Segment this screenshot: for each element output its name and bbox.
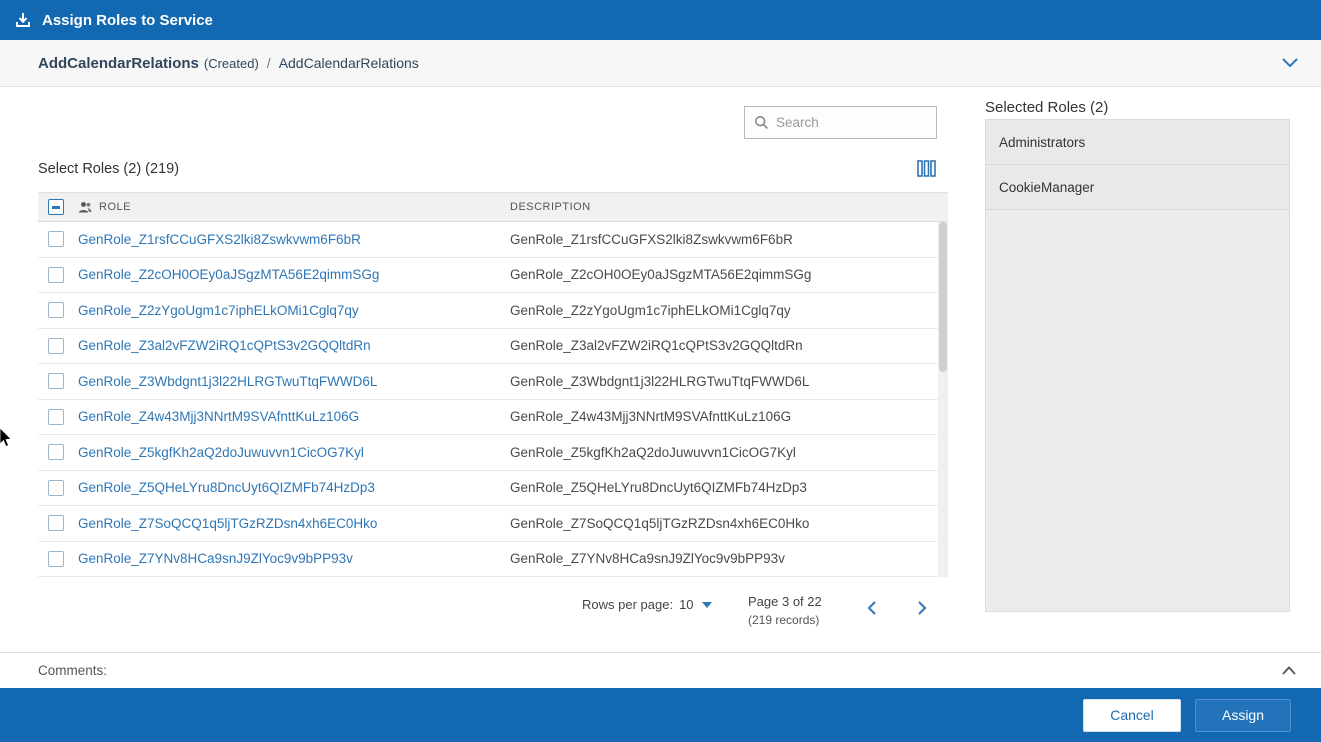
page-label: Page 3 of 22 bbox=[748, 594, 822, 609]
role-description: GenRole_Z7SoQCQ1q5ljTGzRZDsn4xh6EC0Hko bbox=[510, 516, 809, 531]
table-row: GenRole_Z7YNv8HCa9snJ9ZlYoc9v9bPP93v Gen… bbox=[38, 542, 948, 578]
role-description: GenRole_Z5QHeLYru8DncUyt6QIZMFb74HzDp3 bbox=[510, 480, 807, 495]
table-row: GenRole_Z2zYgoUgm1c7iphELkOMi1Cglq7qy Ge… bbox=[38, 293, 948, 329]
rows-per-page-select[interactable]: Rows per page: 10 bbox=[582, 597, 712, 612]
assign-button[interactable]: Assign bbox=[1195, 699, 1291, 732]
row-checkbox[interactable] bbox=[48, 302, 64, 318]
role-description: GenRole_Z5kgfKh2aQ2doJuwuvvn1CicOG7Kyl bbox=[510, 445, 796, 460]
role-link[interactable]: GenRole_Z2cOH0OEy0aJSgzMTA56E2qimmSGg bbox=[78, 267, 379, 282]
role-link[interactable]: GenRole_Z3Wbdgnt1j3l22HLRGTwuTtqFWWD6L bbox=[78, 374, 377, 389]
search-icon bbox=[754, 115, 769, 130]
person-icon bbox=[78, 201, 92, 214]
select-all-checkbox[interactable] bbox=[48, 199, 64, 215]
table-row: GenRole_Z2cOH0OEy0aJSgzMTA56E2qimmSGg Ge… bbox=[38, 258, 948, 294]
footer-bar: Cancel Assign bbox=[0, 688, 1321, 742]
next-page-button[interactable] bbox=[910, 596, 934, 620]
table-row: GenRole_Z4w43Mjj3NNrtM9SVAfnttKuLz106G G… bbox=[38, 400, 948, 436]
selected-roles-panel: Administrators CookieManager bbox=[985, 119, 1290, 612]
breadcrumb-service-name-2: AddCalendarRelations bbox=[279, 55, 419, 71]
row-checkbox[interactable] bbox=[48, 444, 64, 460]
role-link[interactable]: GenRole_Z5QHeLYru8DncUyt6QIZMFb74HzDp3 bbox=[78, 480, 375, 495]
row-checkbox[interactable] bbox=[48, 338, 64, 354]
records-count: (219 records) bbox=[748, 613, 822, 627]
role-link[interactable]: GenRole_Z7SoQCQ1q5ljTGzRZDsn4xh6EC0Hko bbox=[78, 516, 377, 531]
breadcrumb: AddCalendarRelations (Created) / AddCale… bbox=[0, 40, 1321, 87]
row-checkbox[interactable] bbox=[48, 409, 64, 425]
scrollbar-thumb[interactable] bbox=[939, 222, 947, 372]
table-row: GenRole_Z5kgfKh2aQ2doJuwuvvn1CicOG7Kyl G… bbox=[38, 435, 948, 471]
table-scrollbar[interactable] bbox=[938, 222, 948, 577]
select-roles-title: Select Roles (2) (219) bbox=[38, 161, 179, 177]
search-box[interactable] bbox=[744, 106, 937, 139]
role-link[interactable]: GenRole_Z7YNv8HCa9snJ9ZlYoc9v9bPP93v bbox=[78, 551, 353, 566]
role-description: GenRole_Z1rsfCCuGFXS2lki8Zswkvwm6F6bR bbox=[510, 232, 793, 247]
role-description: GenRole_Z3Wbdgnt1j3l22HLRGTwuTtqFWWD6L bbox=[510, 374, 809, 389]
chevron-up-icon[interactable] bbox=[1281, 665, 1297, 676]
top-bar: Assign Roles to Service bbox=[0, 0, 1321, 40]
column-header-description[interactable]: DESCRIPTION bbox=[510, 201, 591, 213]
role-description: GenRole_Z7YNv8HCa9snJ9ZlYoc9v9bPP93v bbox=[510, 551, 785, 566]
rows-per-page-value[interactable]: 10 bbox=[679, 597, 693, 612]
search-input[interactable] bbox=[776, 115, 927, 130]
assign-roles-icon bbox=[14, 11, 32, 29]
selected-role-item[interactable]: Administrators bbox=[986, 120, 1289, 165]
table-row: GenRole_Z1rsfCCuGFXS2lki8Zswkvwm6F6bR Ge… bbox=[38, 222, 948, 258]
dropdown-caret-icon bbox=[702, 602, 712, 608]
role-link[interactable]: GenRole_Z4w43Mjj3NNrtM9SVAfnttKuLz106G bbox=[78, 409, 359, 424]
role-description: GenRole_Z2cOH0OEy0aJSgzMTA56E2qimmSGg bbox=[510, 267, 811, 282]
row-checkbox[interactable] bbox=[48, 373, 64, 389]
row-checkbox[interactable] bbox=[48, 267, 64, 283]
columns-icon bbox=[917, 160, 936, 177]
role-description: GenRole_Z2zYgoUgm1c7iphELkOMi1Cglq7qy bbox=[510, 303, 791, 318]
row-checkbox[interactable] bbox=[48, 551, 64, 567]
breadcrumb-status: (Created) bbox=[204, 56, 259, 71]
row-checkbox[interactable] bbox=[48, 231, 64, 247]
role-link[interactable]: GenRole_Z2zYgoUgm1c7iphELkOMi1Cglq7qy bbox=[78, 303, 359, 318]
breadcrumb-separator: / bbox=[267, 55, 271, 71]
breadcrumb-service-name: AddCalendarRelations bbox=[38, 55, 199, 72]
table-row: GenRole_Z3Wbdgnt1j3l22HLRGTwuTtqFWWD6L G… bbox=[38, 364, 948, 400]
comments-label: Comments: bbox=[38, 663, 107, 678]
role-description: GenRole_Z3al2vFZW2iRQ1cQPtS3v2GQQltdRn bbox=[510, 338, 803, 353]
table-header-row: ROLE DESCRIPTION bbox=[38, 192, 948, 222]
selected-roles-title: Selected Roles (2) bbox=[985, 99, 1108, 116]
column-picker-button[interactable] bbox=[915, 158, 937, 178]
cancel-button[interactable]: Cancel bbox=[1083, 699, 1181, 732]
rows-per-page-label: Rows per page: bbox=[582, 597, 673, 612]
comments-bar: Comments: bbox=[0, 652, 1321, 688]
table-row: GenRole_Z3al2vFZW2iRQ1cQPtS3v2GQQltdRn G… bbox=[38, 329, 948, 365]
role-link[interactable]: GenRole_Z1rsfCCuGFXS2lki8Zswkvwm6F6bR bbox=[78, 232, 361, 247]
selected-role-item[interactable]: CookieManager bbox=[986, 165, 1289, 210]
role-link[interactable]: GenRole_Z5kgfKh2aQ2doJuwuvvn1CicOG7Kyl bbox=[78, 445, 364, 460]
row-checkbox[interactable] bbox=[48, 480, 64, 496]
page-title: Assign Roles to Service bbox=[42, 12, 213, 29]
roles-table: ROLE DESCRIPTION GenRole_Z1rsfCCuGFXS2lk… bbox=[38, 192, 948, 577]
table-row: GenRole_Z7SoQCQ1q5ljTGzRZDsn4xh6EC0Hko G… bbox=[38, 506, 948, 542]
previous-page-button[interactable] bbox=[860, 596, 884, 620]
row-checkbox[interactable] bbox=[48, 515, 64, 531]
chevron-down-icon[interactable] bbox=[1281, 57, 1299, 69]
column-header-role[interactable]: ROLE bbox=[99, 201, 131, 213]
mouse-cursor bbox=[0, 428, 12, 453]
table-row: GenRole_Z5QHeLYru8DncUyt6QIZMFb74HzDp3 G… bbox=[38, 471, 948, 507]
role-description: GenRole_Z4w43Mjj3NNrtM9SVAfnttKuLz106G bbox=[510, 409, 791, 424]
page-info: Page 3 of 22 (219 records) bbox=[748, 594, 822, 627]
role-link[interactable]: GenRole_Z3al2vFZW2iRQ1cQPtS3v2GQQltdRn bbox=[78, 338, 371, 353]
